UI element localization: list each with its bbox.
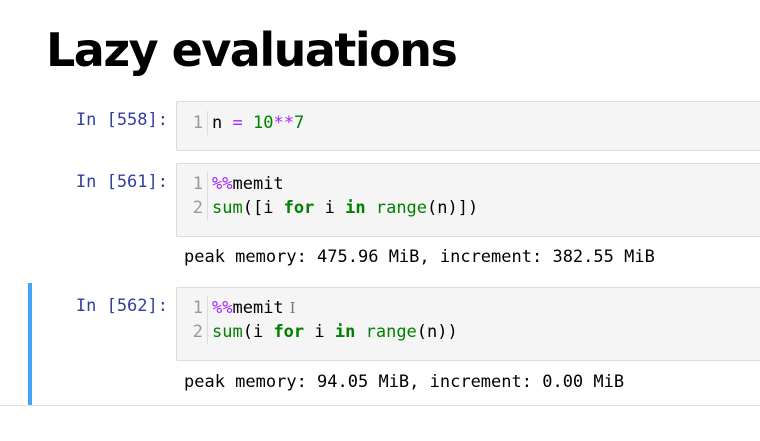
code-text: %%memit — [208, 172, 284, 196]
code-line: 1 %%memit — [177, 172, 760, 196]
line-number: 2 — [177, 320, 208, 344]
notebook-cell-561[interactable]: In [561]: 1 %%memit 2 sum([i for i in ra… — [0, 163, 760, 277]
code-token: sum — [212, 322, 243, 342]
code-token: (i — [242, 322, 274, 342]
code-token: in — [334, 322, 356, 342]
cell-prompt: In [562]: — [75, 296, 168, 316]
cell-prompt: In [558]: — [75, 110, 168, 130]
code-token: memit — [232, 174, 284, 194]
code-text: sum([i for i in range(n)]) — [208, 196, 478, 220]
notebook-cell-558[interactable]: In [558]: 1 n = 10**7 — [0, 100, 760, 154]
code-editor[interactable]: 1 %%memit I 2 sum(i for i in range(n)) — [176, 287, 760, 361]
notebook-cell-562[interactable]: In [562]: 1 %%memit I 2 sum(i for i in ra… — [0, 283, 760, 406]
line-number: 1 — [177, 111, 208, 135]
line-number: 1 — [177, 296, 208, 320]
code-editor[interactable]: 1 n = 10**7 — [176, 101, 760, 151]
code-token: memit — [232, 298, 284, 318]
cell-prompt: In [561]: — [75, 172, 168, 192]
code-token: = — [232, 113, 243, 133]
code-editor[interactable]: 1 %%memit 2 sum([i for i in range(n)]) — [176, 163, 760, 237]
code-token: i — [304, 322, 335, 342]
code-token: (n)) — [416, 322, 458, 342]
code-token: for — [283, 198, 315, 218]
code-line: 2 sum(i for i in range(n)) — [177, 320, 760, 344]
code-token: ** — [273, 113, 294, 133]
code-token: %% — [212, 298, 233, 318]
code-token: range — [375, 198, 428, 218]
code-line: 1 %%memit I — [177, 296, 760, 320]
code-line: 1 n = 10**7 — [177, 111, 760, 135]
cell-output: peak memory: 475.96 MiB, increment: 382.… — [184, 247, 655, 267]
code-token: in — [345, 198, 366, 218]
code-line: 2 sum([i for i in range(n)]) — [177, 196, 760, 220]
code-token: i — [314, 198, 346, 218]
line-number: 2 — [177, 196, 208, 220]
code-text: sum(i for i in range(n)) — [208, 320, 458, 344]
code-token: for — [273, 322, 305, 342]
code-token: ([i — [242, 198, 284, 218]
code-text: n = 10**7 — [208, 111, 304, 135]
line-number: 1 — [177, 172, 208, 196]
cell-output: peak memory: 94.05 MiB, increment: 0.00 … — [184, 372, 625, 392]
code-token: (n)]) — [427, 198, 479, 218]
code-token: %% — [212, 174, 233, 194]
text-cursor-icon: I — [289, 299, 296, 317]
code-token: n — [212, 113, 233, 133]
page-title: Lazy evaluations — [46, 23, 458, 77]
code-text: %%memit — [208, 296, 284, 320]
code-token: 7 — [293, 113, 305, 133]
code-token: sum — [212, 198, 243, 218]
code-token: range — [365, 322, 417, 342]
code-token: 10 — [252, 113, 274, 133]
